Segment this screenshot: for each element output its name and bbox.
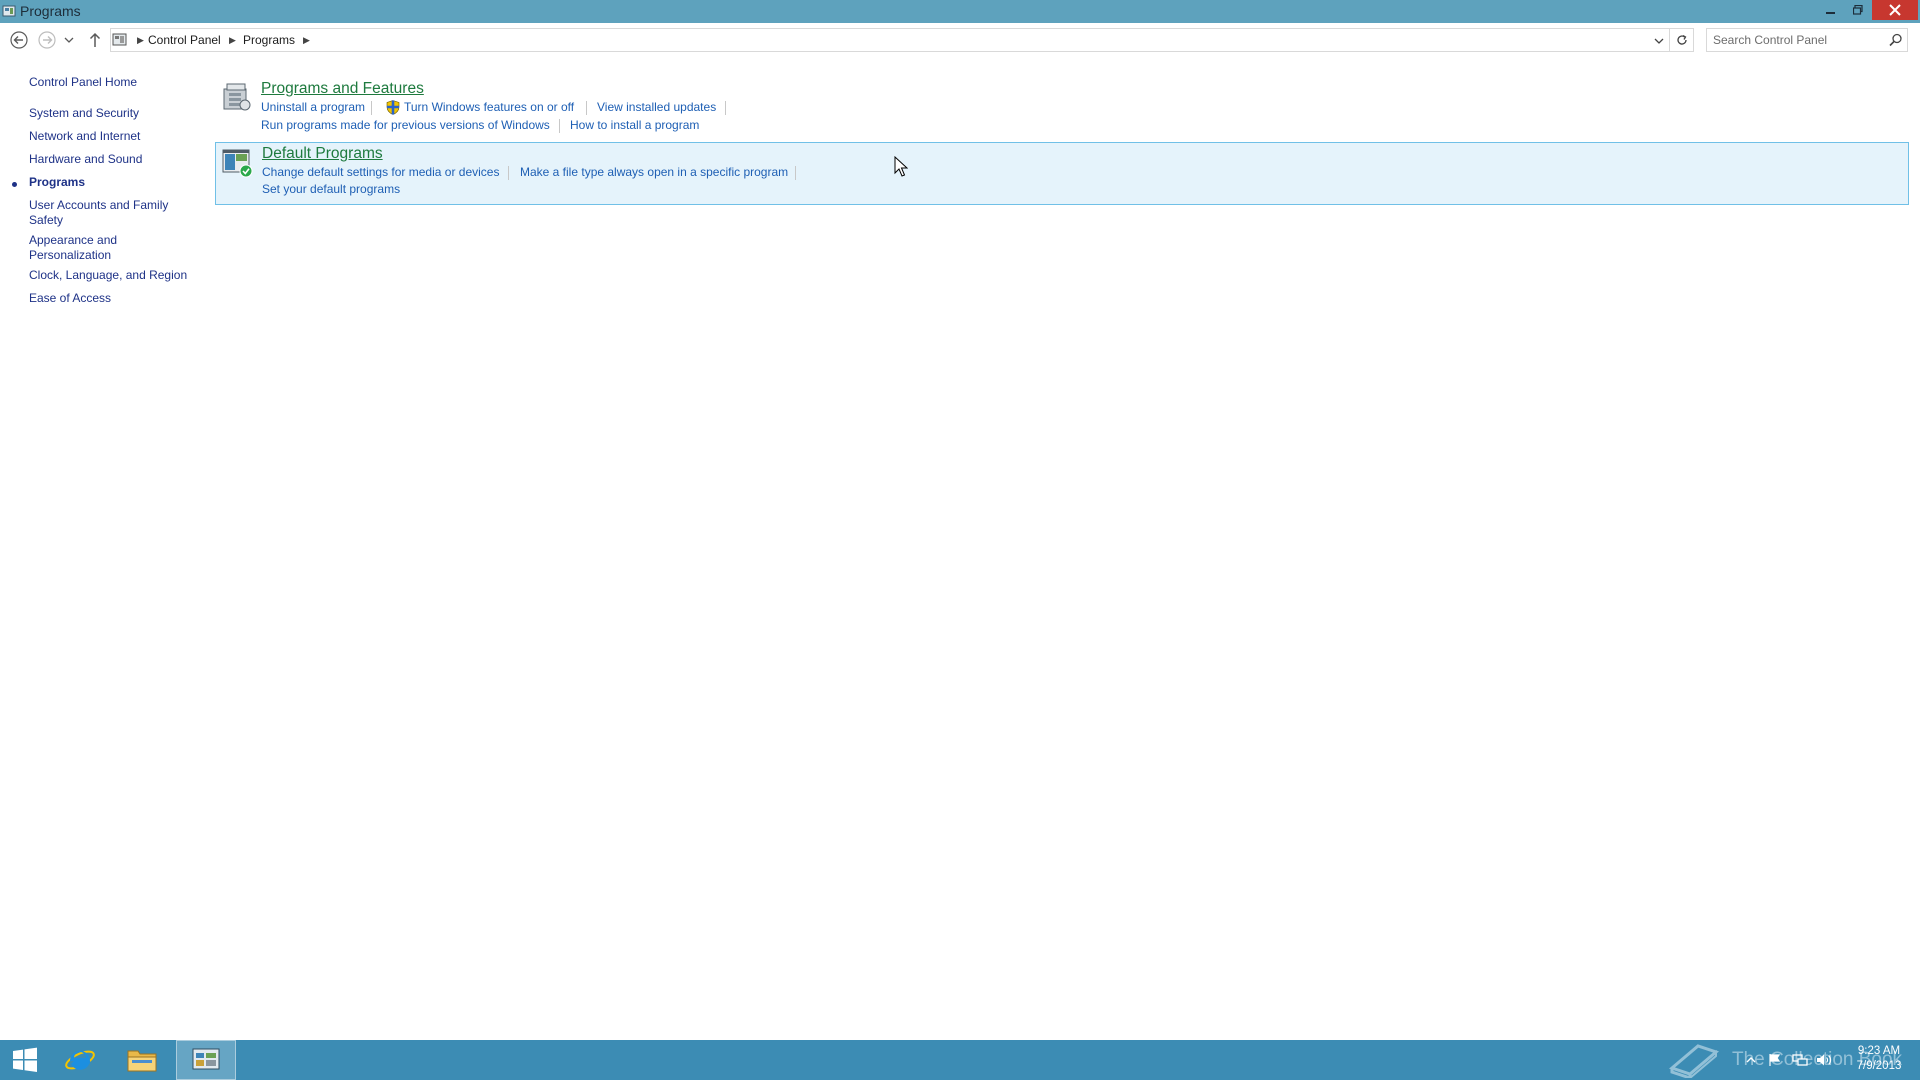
mouse-cursor-icon xyxy=(894,156,908,177)
nav-ease-of-access[interactable]: Ease of Access xyxy=(29,291,189,306)
breadcrumb-separator-icon[interactable]: ▶ xyxy=(303,35,310,46)
breadcrumb-programs[interactable]: Programs xyxy=(243,33,295,47)
control-panel-taskbar-button[interactable] xyxy=(176,1040,236,1080)
minimize-button[interactable] xyxy=(1818,0,1844,20)
nav-user-accounts-and-family-safety[interactable]: User Accounts and Family Safety xyxy=(29,198,189,228)
programs-features-icon[interactable] xyxy=(220,80,254,114)
nav-programs[interactable]: Programs xyxy=(29,175,189,190)
breadcrumb-separator-icon[interactable]: ▶ xyxy=(137,35,144,46)
task-separator xyxy=(725,101,726,115)
search-icon[interactable] xyxy=(1889,33,1903,47)
internet-explorer-button[interactable] xyxy=(50,1040,110,1080)
window-title: Programs xyxy=(20,3,81,19)
restore-button[interactable] xyxy=(1845,0,1871,20)
back-arrow-icon xyxy=(10,31,28,49)
chevron-down-icon xyxy=(64,37,74,43)
forward-arrow-icon xyxy=(38,31,56,49)
default-programs-title[interactable]: Default Programs xyxy=(262,145,383,163)
breadcrumb-control-panel[interactable]: Control Panel xyxy=(148,33,221,47)
minimize-icon xyxy=(1826,12,1835,14)
recent-locations-button[interactable] xyxy=(62,29,76,51)
internet-explorer-icon xyxy=(65,1050,95,1070)
speaker-icon xyxy=(1817,1054,1832,1066)
navigation-bar: ▶ Control Panel ▶ Programs ▶ xyxy=(0,23,1920,57)
windows-logo-icon xyxy=(13,1047,37,1072)
nav-network-and-internet[interactable]: Network and Internet xyxy=(29,129,189,144)
task-separator xyxy=(586,101,587,115)
close-button[interactable] xyxy=(1872,0,1918,20)
network-icon xyxy=(1792,1054,1808,1066)
clock-date: 7/9/2013 xyxy=(1856,1060,1902,1072)
back-button[interactable] xyxy=(8,29,30,51)
chevron-down-icon xyxy=(1654,38,1664,44)
nav-system-and-security[interactable]: System and Security xyxy=(29,106,189,121)
view-installed-updates-link[interactable]: View installed updates xyxy=(597,100,716,114)
uninstall-a-program-link[interactable]: Uninstall a program xyxy=(261,100,365,114)
clock-time: 9:23 AM xyxy=(1857,1045,1901,1057)
category-programs-and-features: Programs and Features Uninstall a progra… xyxy=(214,78,1910,138)
taskbar xyxy=(0,1040,1920,1080)
current-item-bullet xyxy=(12,182,17,187)
task-separator xyxy=(559,119,560,133)
forward-button[interactable] xyxy=(36,29,58,51)
uac-shield-icon xyxy=(386,100,400,115)
how-to-install-link[interactable]: How to install a program xyxy=(570,118,699,132)
run-previous-versions-link[interactable]: Run programs made for previous versions … xyxy=(261,118,550,132)
refresh-icon xyxy=(1676,34,1687,45)
up-button[interactable] xyxy=(84,29,106,51)
restore-icon xyxy=(1853,5,1863,15)
book-logo-icon xyxy=(1668,1044,1720,1078)
control-panel-location-icon xyxy=(112,33,127,46)
address-history-button[interactable] xyxy=(1651,33,1667,49)
category-default-programs[interactable]: Default Programs Change default settings… xyxy=(215,142,1909,205)
close-icon xyxy=(1889,4,1901,16)
nav-appearance-and-personalization[interactable]: Appearance and Personalization xyxy=(29,233,189,263)
default-programs-icon xyxy=(222,149,253,178)
task-separator xyxy=(508,166,509,180)
control-panel-home-link[interactable]: Control Panel Home xyxy=(29,75,189,90)
turn-windows-features-link[interactable]: Turn Windows features on or off xyxy=(404,100,574,114)
search-input[interactable] xyxy=(1713,32,1883,48)
tray-show-hidden-button[interactable] xyxy=(1746,1052,1756,1068)
chevron-up-icon xyxy=(1746,1057,1756,1063)
search-box[interactable] xyxy=(1706,28,1908,52)
folder-icon xyxy=(127,1050,157,1072)
task-separator xyxy=(795,166,796,180)
set-default-programs-link[interactable]: Set your default programs xyxy=(262,182,400,196)
title-bar[interactable]: Programs xyxy=(0,0,1920,23)
programs-and-features-title[interactable]: Programs and Features xyxy=(261,80,424,98)
flag-icon xyxy=(1769,1054,1781,1066)
breadcrumb-separator-icon[interactable]: ▶ xyxy=(229,35,236,46)
task-separator xyxy=(371,101,372,115)
tray-volume-button[interactable] xyxy=(1816,1052,1832,1068)
start-button[interactable] xyxy=(0,1040,50,1080)
change-default-settings-link[interactable]: Change default settings for media or dev… xyxy=(262,165,499,179)
refresh-button[interactable] xyxy=(1670,28,1694,52)
address-box[interactable]: ▶ Control Panel ▶ Programs ▶ xyxy=(110,28,1670,52)
file-explorer-button[interactable] xyxy=(112,1040,172,1080)
tray-action-center-button[interactable] xyxy=(1768,1052,1782,1068)
nav-hardware-and-sound[interactable]: Hardware and Sound xyxy=(29,152,189,167)
control-panel-icon xyxy=(192,1048,220,1070)
nav-clock-language-and-region[interactable]: Clock, Language, and Region xyxy=(29,268,189,283)
make-file-type-open-link[interactable]: Make a file type always open in a specif… xyxy=(520,165,788,179)
taskbar-clock[interactable]: 9:23 AM 7/9/2013 xyxy=(1846,1044,1912,1074)
tray-network-button[interactable] xyxy=(1792,1052,1808,1068)
up-arrow-icon xyxy=(89,32,101,47)
control-panel-icon xyxy=(2,5,16,17)
